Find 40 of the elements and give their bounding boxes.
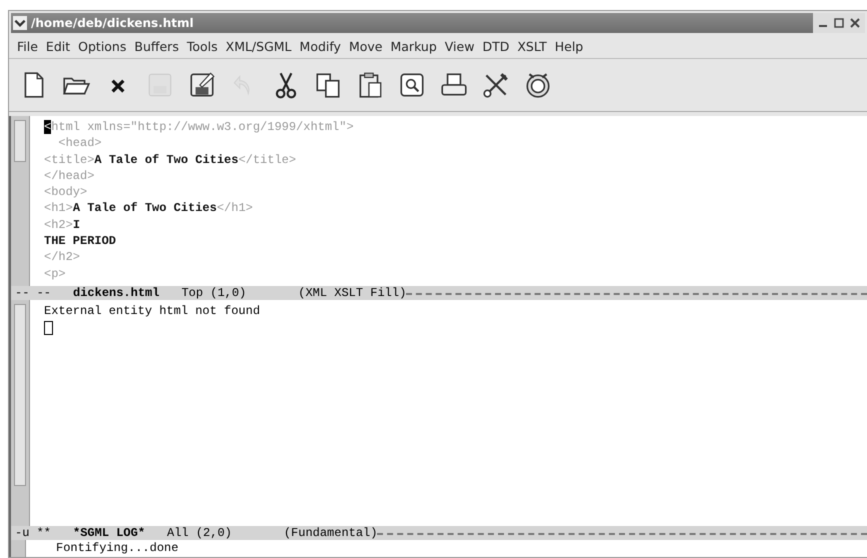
menu-item[interactable]: Tools [182,39,222,54]
modeline-flags: -- -- [15,286,52,300]
code-line: THE PERIOD [44,233,118,250]
close-icon[interactable] [849,17,861,29]
buffer-name: dickens.html [73,286,160,300]
menu-item[interactable]: Buffers [130,39,183,54]
menu-item[interactable]: Help [550,39,588,54]
echo-message: Fontifying...done [55,540,178,557]
menu-item[interactable]: Modify [296,39,345,54]
modeline-flags: -u ** [15,526,52,540]
code-line: <h1>A Tale of Two Cities</h1> [44,200,254,217]
chevron-down-icon[interactable] [13,16,27,30]
code-line: <h2>I [44,216,82,234]
cursor-position: Top (1,0) [181,286,246,300]
code-line: <head> [57,135,103,152]
menu-item[interactable]: Move [344,39,386,54]
code-line: </head> [44,168,96,184]
code-line: </h2> [44,249,82,266]
scrollbar[interactable] [11,540,26,557]
log-message: External entity html not found [44,303,260,320]
menu-item[interactable]: DTD [478,39,514,54]
code-line: <html xmlns="http://www.w3.org/1999/xhtml"> [44,119,354,136]
cursor-position: All (2,0) [167,526,232,540]
buffer-name: *SGML LOG* [73,526,146,540]
menu-item[interactable]: Edit [42,39,74,54]
menu-item[interactable]: Markup [386,39,441,54]
menu-item[interactable]: XML/SGML [222,39,296,54]
menu-item[interactable]: XSLT [513,39,551,54]
menu-item[interactable]: View [440,39,478,54]
code-line: <p> [44,266,67,282]
maximize-icon[interactable] [833,17,845,29]
scrollbar[interactable] [11,116,30,286]
code-line: <title>A Tale of Two Cities</title> [44,152,298,168]
code-line: <body> [44,184,88,200]
menu-item[interactable]: File [13,39,42,54]
scrollbar[interactable] [11,300,30,526]
menu-item[interactable]: Options [74,39,130,54]
mode-names: (Fundamental) [284,526,378,540]
window-title: /home/deb/dickens.html [31,16,195,30]
mode-names: (XML XSLT Fill) [298,286,406,300]
